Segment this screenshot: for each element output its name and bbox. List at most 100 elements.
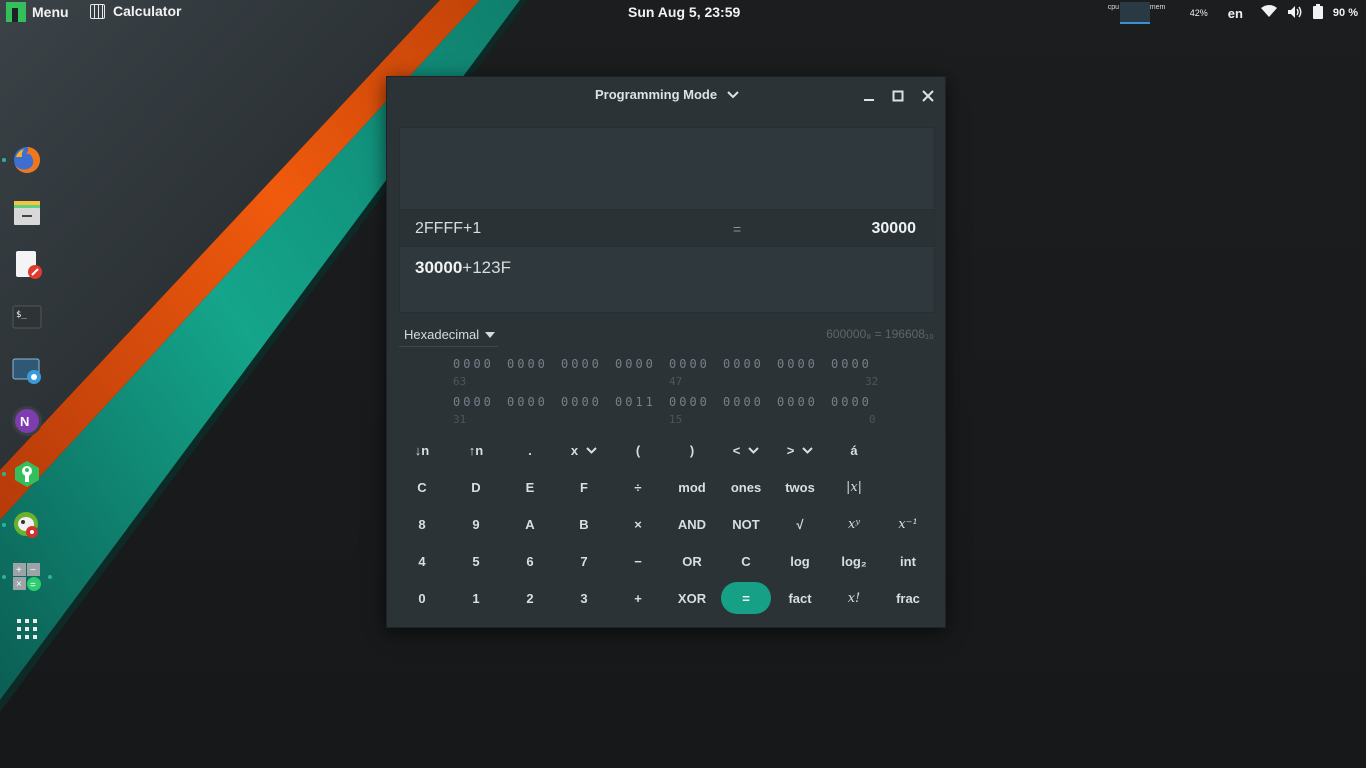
keyboard-layout[interactable]: en [1228, 6, 1243, 21]
chevron-down-icon [748, 446, 760, 454]
bit-group[interactable]: 0000 [561, 357, 602, 371]
variable-x-key[interactable]: x [559, 434, 609, 466]
dock-item-calculator[interactable]: + − × = [2, 560, 52, 594]
log-key[interactable]: log [775, 545, 825, 577]
system-monitor[interactable]: cpu mem [1108, 2, 1180, 24]
minimize-button[interactable] [859, 86, 879, 106]
bit-group[interactable]: 0000 [507, 357, 548, 371]
bit-group[interactable]: 0000 [777, 395, 818, 409]
key-label: 8 [418, 516, 426, 532]
digit-f-key[interactable]: F [559, 471, 609, 503]
battery-icon[interactable] [1312, 4, 1323, 22]
divide-key[interactable]: ÷ [613, 471, 663, 503]
dock-item-screenshot[interactable] [10, 353, 44, 387]
shift-right-key[interactable]: > [775, 434, 825, 466]
factorial-key[interactable]: x! [829, 582, 879, 614]
mod-key[interactable]: mod [667, 471, 717, 503]
twos-complement-key[interactable]: twos [775, 471, 825, 503]
int-key[interactable]: int [883, 545, 933, 577]
bit-group[interactable]: 0000 [723, 357, 764, 371]
and-key[interactable]: AND [667, 508, 717, 540]
multiply-key[interactable]: × [613, 508, 663, 540]
active-app-indicator[interactable]: Calculator [90, 3, 181, 19]
top-panel: Menu Calculator Sun Aug 5, 23:59 cpu mem… [0, 0, 1366, 25]
history-area [400, 128, 934, 209]
or-key[interactable]: OR [667, 545, 717, 577]
volume-icon[interactable] [1287, 5, 1303, 22]
bit-group[interactable]: 0000 [615, 357, 656, 371]
open-paren-key[interactable]: ( [613, 434, 663, 466]
bit-group[interactable]: 0000 [453, 395, 494, 409]
xor-key[interactable]: XOR [667, 582, 717, 614]
factorize-key[interactable]: fact [775, 582, 825, 614]
dock-item-file-manager[interactable] [10, 195, 44, 229]
clear-key[interactable]: C [721, 545, 771, 577]
not-key[interactable]: NOT [721, 508, 771, 540]
dock-item-text-editor[interactable] [10, 247, 44, 281]
log2-key[interactable]: log₂ [829, 545, 879, 577]
bit-group[interactable]: 0000 [669, 357, 710, 371]
key-label: NOT [732, 516, 760, 532]
inverse-key[interactable]: x⁻¹ [883, 508, 933, 540]
maximize-button[interactable] [888, 86, 908, 106]
bit-group[interactable]: 0000 [561, 395, 602, 409]
digit-7-key[interactable]: 7 [559, 545, 609, 577]
bit-group[interactable]: 0000 [723, 395, 764, 409]
digit-c-key[interactable]: C [397, 471, 447, 503]
digit-1-key[interactable]: 1 [451, 582, 501, 614]
bit-group[interactable]: 0000 [831, 357, 872, 371]
dock-item-terminal[interactable]: $_ [10, 300, 44, 334]
power-key[interactable]: xʸ [829, 508, 879, 540]
digit-5-key[interactable]: 5 [451, 545, 501, 577]
character-key[interactable]: á [829, 434, 879, 466]
key-label: 7 [580, 553, 588, 569]
digit-3-key[interactable]: 3 [559, 582, 609, 614]
digit-b-key[interactable]: B [559, 508, 609, 540]
shift-up-key[interactable]: ↑n [451, 434, 501, 466]
digit-a-key[interactable]: A [505, 508, 555, 540]
bit-group[interactable]: 0011 [615, 395, 656, 409]
add-key[interactable]: + [613, 582, 663, 614]
digit-4-key[interactable]: 4 [397, 545, 447, 577]
digit-2-key[interactable]: 2 [505, 582, 555, 614]
chevron-down-icon [727, 90, 739, 98]
dock-item-gimp[interactable] [2, 508, 44, 542]
digit-8-key[interactable]: 8 [397, 508, 447, 540]
bit-group[interactable]: 0000 [507, 395, 548, 409]
bit-group[interactable]: 0000 [453, 357, 494, 371]
svg-text:N: N [20, 414, 29, 429]
shift-down-key[interactable]: ↓n [397, 434, 447, 466]
menu-button[interactable]: Menu [6, 2, 69, 22]
number-base-dropdown[interactable]: Hexadecimal [399, 323, 498, 347]
shift-left-key[interactable]: < [721, 434, 771, 466]
dropdown-arrow-icon [485, 331, 496, 338]
digit-9-key[interactable]: 9 [451, 508, 501, 540]
digit-6-key[interactable]: 6 [505, 545, 555, 577]
bit-index-label: 47 [669, 375, 683, 388]
close-paren-key[interactable]: ) [667, 434, 717, 466]
dock-item-onenote[interactable]: N [10, 404, 44, 438]
bit-group[interactable]: 0000 [831, 395, 872, 409]
digit-d-key[interactable]: D [451, 471, 501, 503]
equals-key[interactable]: = [721, 582, 771, 614]
close-button[interactable] [918, 86, 938, 106]
history-row[interactable]: 2FFFF+1 = 30000 [400, 209, 934, 247]
wifi-icon[interactable] [1260, 5, 1277, 21]
clock[interactable]: Sun Aug 5, 23:59 [628, 4, 740, 20]
frac-key[interactable]: frac [883, 582, 933, 614]
bit-group[interactable]: 0000 [669, 395, 710, 409]
digit-0-key[interactable]: 0 [397, 582, 447, 614]
key-label: E [525, 479, 535, 495]
decimal-point-key[interactable]: . [505, 434, 555, 466]
sqrt-key[interactable]: √ [775, 508, 825, 540]
abs-key[interactable]: |x| [829, 471, 879, 503]
dock-item-firefox[interactable] [2, 143, 44, 177]
bit-group[interactable]: 0000 [777, 357, 818, 371]
dock-item-settings-manager[interactable] [2, 457, 44, 491]
digit-e-key[interactable]: E [505, 471, 555, 503]
dock-item-app-grid[interactable] [10, 612, 44, 646]
ones-complement-key[interactable]: ones [721, 471, 771, 503]
subtract-key[interactable]: − [613, 545, 663, 577]
expression-entry[interactable]: 30000+123F [415, 258, 511, 278]
mode-selector[interactable]: Programming Mode [595, 87, 739, 102]
